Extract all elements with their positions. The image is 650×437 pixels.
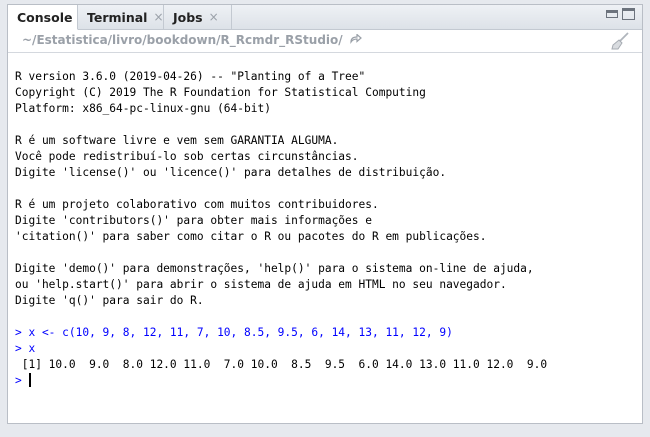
console-output-line: Digite 'contributors()' para obter mais … bbox=[15, 214, 372, 227]
console-output-line: 'citation()' para saber como citar o R o… bbox=[15, 230, 487, 243]
console-output-line: Digite 'demo()' para demonstrações, 'hel… bbox=[15, 262, 534, 275]
console-output-line: [1] 10.0 9.0 8.0 12.0 11.0 7.0 10.0 8.5 … bbox=[15, 358, 548, 371]
maximize-icon[interactable] bbox=[622, 8, 635, 20]
console-output[interactable]: R version 3.6.0 (2019-04-26) -- "Plantin… bbox=[8, 53, 642, 423]
tab-console-label: Console bbox=[17, 9, 73, 25]
tab-terminal-label: Terminal bbox=[87, 9, 148, 25]
tab-jobs-label: Jobs bbox=[173, 9, 203, 25]
tab-terminal[interactable]: Terminal × bbox=[78, 5, 164, 29]
working-directory-path[interactable]: ~/Estatistica/livro/bookdown/R_Rcmdr_RSt… bbox=[22, 33, 343, 47]
close-icon[interactable]: × bbox=[209, 10, 219, 24]
console-output-line: R é um software livre e vem sem GARANTIA… bbox=[15, 134, 339, 147]
console-output-line: Digite 'q()' para sair do R. bbox=[15, 294, 204, 307]
prompt-symbol: > bbox=[15, 374, 29, 387]
console-output-line: R é um projeto colaborativo com muitos c… bbox=[15, 198, 379, 211]
tab-console[interactable]: Console bbox=[8, 5, 78, 30]
goto-directory-icon[interactable] bbox=[350, 33, 362, 47]
console-output-line: ou 'help.start()' para abrir o sistema d… bbox=[15, 278, 507, 291]
console-input-line: > x <- c(10, 9, 8, 12, 11, 7, 10, 8.5, 9… bbox=[15, 326, 453, 339]
console-output-line: Copyright (C) 2019 The R Foundation for … bbox=[15, 86, 426, 99]
console-input-line: > x bbox=[15, 342, 36, 355]
tab-jobs[interactable]: Jobs × bbox=[164, 5, 232, 29]
console-prompt[interactable]: > bbox=[15, 373, 642, 389]
console-pane: Console Terminal × Jobs × ~/Estatistica/… bbox=[7, 4, 643, 424]
working-directory-bar: ~/Estatistica/livro/bookdown/R_Rcmdr_RSt… bbox=[8, 30, 642, 53]
console-output-line: R version 3.6.0 (2019-04-26) -- "Plantin… bbox=[15, 70, 366, 83]
console-output-line: Platform: x86_64-pc-linux-gnu (64-bit) bbox=[15, 102, 271, 115]
close-icon[interactable]: × bbox=[153, 10, 163, 24]
console-output-line: Você pode redistribuí-lo sob certas circ… bbox=[15, 150, 359, 163]
minimize-icon[interactable] bbox=[606, 10, 618, 18]
broom-icon[interactable] bbox=[610, 32, 630, 50]
text-cursor bbox=[29, 373, 32, 387]
console-output-line: Digite 'license()' ou 'licence()' para d… bbox=[15, 166, 447, 179]
tab-bar: Console Terminal × Jobs × bbox=[8, 5, 642, 30]
working-directory: ~/Estatistica/livro/bookdown/R_Rcmdr_RSt… bbox=[22, 33, 362, 47]
